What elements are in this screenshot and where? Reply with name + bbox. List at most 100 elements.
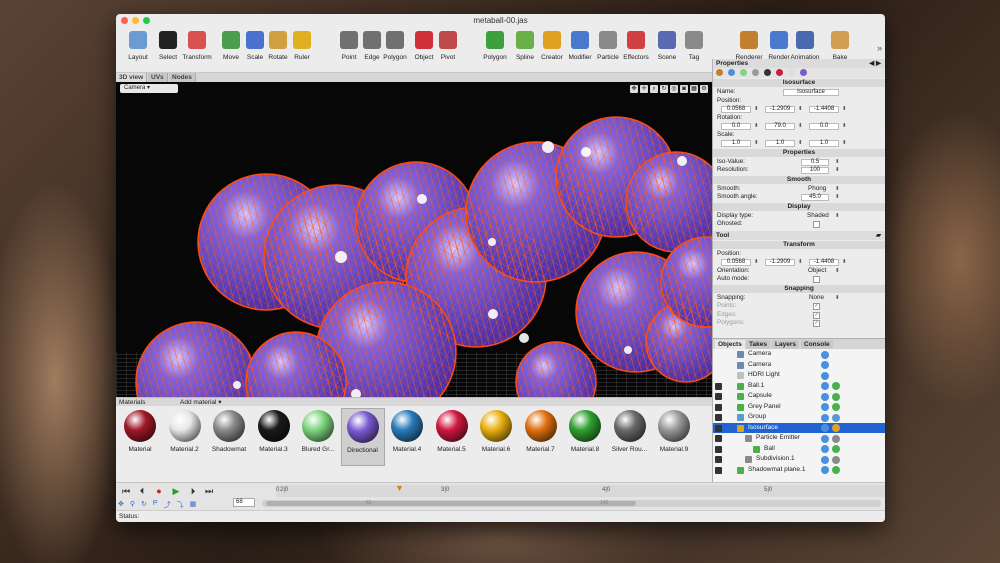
auto-mode-checkbox[interactable] xyxy=(813,276,820,283)
dropdown-icon[interactable]: ⬍ xyxy=(835,267,840,276)
prev-frame-icon[interactable]: ⏴ xyxy=(137,486,147,496)
playhead-icon[interactable]: ▼ xyxy=(395,483,404,493)
settings-icon[interactable]: ⚙ xyxy=(700,85,708,93)
toolbar-overflow-icon[interactable]: » xyxy=(877,43,882,53)
tag-icon-4[interactable] xyxy=(752,69,759,76)
rotate-view-icon[interactable]: ↻ xyxy=(660,85,668,93)
tag-circle-icon[interactable] xyxy=(821,434,829,443)
toolbar-animation-button[interactable]: Animation xyxy=(787,29,823,61)
material-swatch[interactable]: Material.5 xyxy=(430,408,474,453)
rotation-x[interactable]: 0.0 xyxy=(721,123,751,130)
material-swatch[interactable]: Material.9 xyxy=(652,408,696,453)
p-icon[interactable]: P xyxy=(153,500,158,510)
material-swatch[interactable]: Blured Gr... xyxy=(296,408,340,453)
nav-arrows-icon[interactable]: ◀ ▶ xyxy=(869,59,881,68)
tag-circle-icon[interactable] xyxy=(821,424,829,432)
material-tag-icon[interactable] xyxy=(832,445,840,453)
stepper-icon[interactable]: ⬍ xyxy=(835,166,840,175)
object-row[interactable]: Ball xyxy=(713,444,885,455)
toolbar-bake-button[interactable]: Bake xyxy=(822,29,858,61)
tab-takes[interactable]: Takes xyxy=(746,340,770,349)
visibility-icon[interactable] xyxy=(715,414,722,421)
stepper-icon[interactable]: ⬍ xyxy=(798,122,803,131)
stepper-icon[interactable]: ⬍ xyxy=(842,139,847,148)
position-y[interactable]: -1.2909 xyxy=(765,106,795,113)
dropdown-icon[interactable]: ⬍ xyxy=(835,185,840,194)
skip-end-icon[interactable]: ⏭ xyxy=(204,486,214,496)
loop-icon[interactable]: ↻ xyxy=(141,500,147,510)
scale-x[interactable]: 1.0 xyxy=(721,140,751,147)
stepper-icon[interactable]: ⬍ xyxy=(754,105,759,114)
stepper-icon[interactable]: ⬍ xyxy=(754,122,759,131)
dropdown-icon[interactable]: ⬍ xyxy=(835,294,840,303)
tool-position-y[interactable]: -1.2909 xyxy=(765,259,795,266)
tab-layers[interactable]: Layers xyxy=(772,340,799,349)
play-icon[interactable]: ▶ xyxy=(171,486,181,496)
material-swatch[interactable]: Material.2 xyxy=(163,408,207,453)
stepper-icon[interactable]: ⬍ xyxy=(842,258,847,267)
tag-circle-icon[interactable] xyxy=(821,466,829,474)
tag-icon-2[interactable] xyxy=(728,69,735,76)
tag-circle-icon[interactable] xyxy=(821,445,829,453)
dropdown-icon[interactable]: ⬍ xyxy=(835,212,840,221)
tag-circle-icon[interactable] xyxy=(821,413,829,422)
material-tag-icon[interactable] xyxy=(832,434,840,443)
object-row[interactable]: Shadowmat plane.1 xyxy=(713,465,885,476)
stepper-icon[interactable]: ⬍ xyxy=(754,139,759,148)
material-tag-icon[interactable] xyxy=(832,424,840,432)
material-swatch[interactable]: Material xyxy=(118,408,162,453)
material-swatch[interactable]: Material.6 xyxy=(474,408,518,453)
visibility-icon[interactable] xyxy=(715,403,722,411)
object-row[interactable]: Camera xyxy=(713,360,885,371)
timeline-scroll-thumb[interactable] xyxy=(266,501,636,506)
visibility-icon[interactable] xyxy=(715,435,722,442)
visibility-icon[interactable] xyxy=(715,445,722,453)
visibility-icon[interactable] xyxy=(715,393,722,400)
move-key-icon[interactable]: ✥ xyxy=(118,500,124,510)
stepper-icon[interactable]: ⬍ xyxy=(798,258,803,267)
tab-console[interactable]: Console xyxy=(801,340,833,349)
tangent-icon[interactable]: ⤵ xyxy=(177,500,184,510)
material-tag-icon[interactable] xyxy=(832,455,840,464)
object-row[interactable]: HDRI Light xyxy=(713,370,885,381)
tag-circle-icon[interactable] xyxy=(821,361,829,369)
material-swatch[interactable]: Shadowmat xyxy=(207,408,251,453)
tag-icon-5[interactable] xyxy=(764,69,771,76)
frame-field[interactable]: 68 xyxy=(233,498,255,507)
scale-y[interactable]: 1.0 xyxy=(765,140,795,147)
skip-start-icon[interactable]: ⏮ xyxy=(121,486,131,496)
visibility-icon[interactable] xyxy=(715,466,722,474)
tag-icon-6[interactable] xyxy=(776,69,783,76)
smooth-angle-field[interactable]: 45.0 xyxy=(801,194,829,201)
material-swatch[interactable]: Silver Rou... xyxy=(608,408,652,453)
material-tag-icon[interactable] xyxy=(832,413,840,422)
name-field[interactable]: Isosurface xyxy=(783,89,839,96)
snapping-select[interactable]: None xyxy=(809,294,824,303)
smooth-select[interactable]: Phong xyxy=(808,185,826,194)
object-row[interactable]: Ball.1 xyxy=(713,381,885,392)
object-row[interactable]: Grey Panel xyxy=(713,402,885,413)
record-icon[interactable]: ● xyxy=(154,486,164,496)
stepper-icon[interactable]: ⬍ xyxy=(835,158,840,167)
position-x[interactable]: 0.0568 xyxy=(721,106,751,113)
tag-circle-icon[interactable] xyxy=(821,392,829,401)
tab-uvs[interactable]: UVs xyxy=(148,73,168,82)
material-swatch[interactable]: Material.3 xyxy=(252,408,296,453)
tab-objects[interactable]: Objects xyxy=(715,340,745,349)
stepper-icon[interactable]: ⬍ xyxy=(835,193,840,202)
grid-key-icon[interactable]: ▦ xyxy=(190,500,197,510)
display-type-select[interactable]: Shaded xyxy=(807,212,829,221)
zoom-view-icon[interactable]: ⌕ xyxy=(650,85,658,93)
material-tag-icon[interactable] xyxy=(832,392,840,401)
view-mode-icon[interactable]: ▦ xyxy=(690,85,698,93)
object-row[interactable]: Capsule xyxy=(713,391,885,402)
material-swatch[interactable]: Material.7 xyxy=(519,408,563,453)
key-icon[interactable]: ⚲ xyxy=(130,500,135,510)
rotation-y[interactable]: 79.0 xyxy=(765,123,795,130)
tag-circle-icon[interactable] xyxy=(821,403,829,411)
object-row[interactable]: Subdivision.1 xyxy=(713,454,885,465)
object-row[interactable]: Isosurface xyxy=(713,422,885,433)
stepper-icon[interactable]: ⬍ xyxy=(754,258,759,267)
next-frame-icon[interactable]: ⏵ xyxy=(188,486,198,496)
ghosted-checkbox[interactable] xyxy=(813,221,820,228)
